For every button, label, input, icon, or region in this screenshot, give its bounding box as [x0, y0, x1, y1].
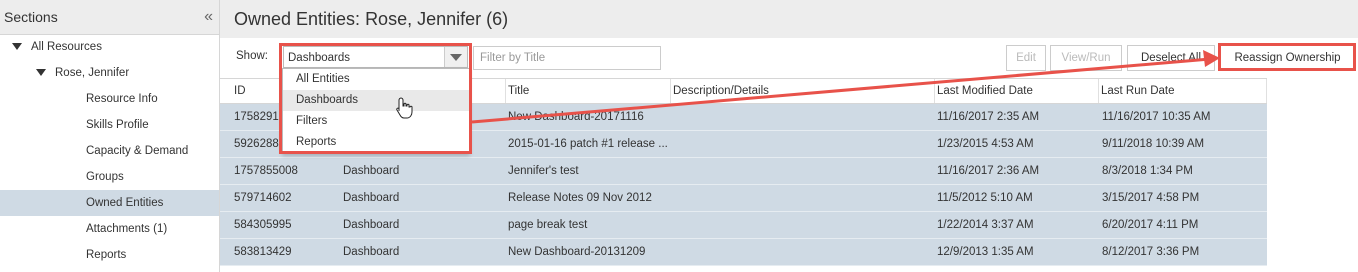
- cell-id: 1758291: [234, 111, 279, 123]
- column-header-description[interactable]: Description/Details: [671, 79, 935, 103]
- tree-item-resource-info[interactable]: Resource Info: [86, 86, 158, 112]
- cell-last-run: 11/16/2017 10:35 AM: [1102, 111, 1211, 123]
- cell-last-modified: 11/16/2017 2:35 AM: [937, 111, 1040, 123]
- cell-last-run: 9/11/2018 10:39 AM: [1102, 138, 1205, 150]
- sidebar-title: Sections: [4, 9, 58, 25]
- chevron-down-icon[interactable]: [444, 47, 467, 67]
- tree-item-capacity-demand[interactable]: Capacity & Demand: [86, 138, 188, 164]
- cell-type: Dashboard: [343, 246, 400, 258]
- dropdown-option-reports[interactable]: Reports: [283, 132, 469, 153]
- column-header-last-modified[interactable]: Last Modified Date: [935, 79, 1099, 103]
- cell-title: Release Notes 09 Nov 2012: [508, 192, 652, 204]
- table-row[interactable]: 584305995 Dashboard page break test 1/22/20…: [220, 212, 1267, 239]
- cell-id: 584305995: [234, 219, 292, 231]
- hand-pointer-icon: [396, 97, 413, 119]
- cell-type: Dashboard: [343, 192, 400, 204]
- caret-down-icon[interactable]: [36, 69, 46, 77]
- show-dropdown-menu: All Entities Dashboards Filters Reports: [282, 68, 470, 154]
- filter-input[interactable]: [473, 46, 661, 70]
- tree-item-owned-entities[interactable]: Owned Entities: [0, 190, 219, 216]
- cell-title: Jennifer's test: [508, 165, 579, 177]
- double-chevron-left-icon[interactable]: «: [204, 8, 213, 26]
- edit-button[interactable]: Edit: [1006, 45, 1046, 71]
- page-title: Owned Entities: Rose, Jennifer (6): [234, 8, 509, 29]
- cell-title: page break test: [508, 219, 588, 231]
- cell-id: 579714602: [234, 192, 292, 204]
- cell-last-run: 6/20/2017 4:11 PM: [1102, 219, 1199, 231]
- cell-type: Dashboard: [343, 165, 400, 177]
- tree-item-label: Owned Entities: [86, 197, 164, 209]
- tree-item-label: All Resources: [31, 41, 102, 53]
- deselect-all-button[interactable]: Deselect All: [1127, 45, 1215, 71]
- dropdown-option-all-entities[interactable]: All Entities: [283, 69, 469, 90]
- cell-title: New Dashboard-20171116: [508, 111, 644, 123]
- column-header-last-run[interactable]: Last Run Date: [1099, 79, 1267, 103]
- dropdown-option-dashboards[interactable]: Dashboards: [283, 90, 469, 111]
- reassign-ownership-button[interactable]: Reassign Ownership: [1220, 45, 1355, 71]
- cell-last-run: 3/15/2017 4:58 PM: [1102, 192, 1200, 204]
- dropdown-option-filters[interactable]: Filters: [283, 111, 469, 132]
- cell-last-modified: 11/5/2012 5:10 AM: [937, 192, 1033, 204]
- cell-type: Dashboard: [343, 219, 400, 231]
- table-row[interactable]: 583813429 Dashboard New Dashboard-20131209…: [220, 239, 1267, 266]
- view-run-button[interactable]: View/Run: [1050, 45, 1122, 71]
- show-label: Show:: [236, 50, 268, 62]
- cell-last-modified: 1/23/2015 4:53 AM: [937, 138, 1034, 150]
- tree-item-label: Rose, Jennifer: [55, 67, 130, 79]
- tree-item-reports[interactable]: Reports: [86, 242, 126, 268]
- cell-title: New Dashboard-20131209: [508, 246, 646, 258]
- sidebar-header: Sections «: [0, 0, 219, 35]
- column-header-title[interactable]: Title: [506, 79, 671, 103]
- cell-id: 583813429: [234, 246, 292, 258]
- show-select-value: Dashboards: [288, 52, 351, 64]
- cell-last-modified: 1/22/2014 3:37 AM: [937, 219, 1034, 231]
- sections-sidebar: Sections « All Resources Rose, Jennifer …: [0, 0, 220, 272]
- tree-item-groups[interactable]: Groups: [86, 164, 124, 190]
- tree-item-rose-jennifer[interactable]: Rose, Jennifer: [36, 60, 129, 86]
- tree-item-attachments[interactable]: Attachments (1): [86, 216, 167, 242]
- cell-id: 5926288: [234, 138, 279, 150]
- cell-last-modified: 12/9/2013 1:35 AM: [937, 246, 1034, 258]
- table-row[interactable]: 579714602 Dashboard Release Notes 09 Nov 2…: [220, 185, 1267, 212]
- caret-down-icon[interactable]: [12, 43, 22, 51]
- cell-id: 1757855008: [234, 165, 298, 177]
- table-row[interactable]: 1757855008 Dashboard Jennifer's test 11/16/…: [220, 158, 1267, 185]
- cell-title: 2015-01-16 patch #1 release ...: [508, 138, 668, 150]
- cell-last-run: 8/12/2017 3:36 PM: [1102, 246, 1200, 258]
- tree-item-all-resources[interactable]: All Resources: [12, 34, 102, 60]
- show-select[interactable]: Dashboards: [283, 46, 468, 68]
- tree-item-skills-profile[interactable]: Skills Profile: [86, 112, 149, 138]
- page-header: Owned Entities: Rose, Jennifer (6): [220, 0, 1358, 38]
- cell-last-modified: 11/16/2017 2:36 AM: [937, 165, 1040, 177]
- cell-last-run: 8/3/2018 1:34 PM: [1102, 165, 1193, 177]
